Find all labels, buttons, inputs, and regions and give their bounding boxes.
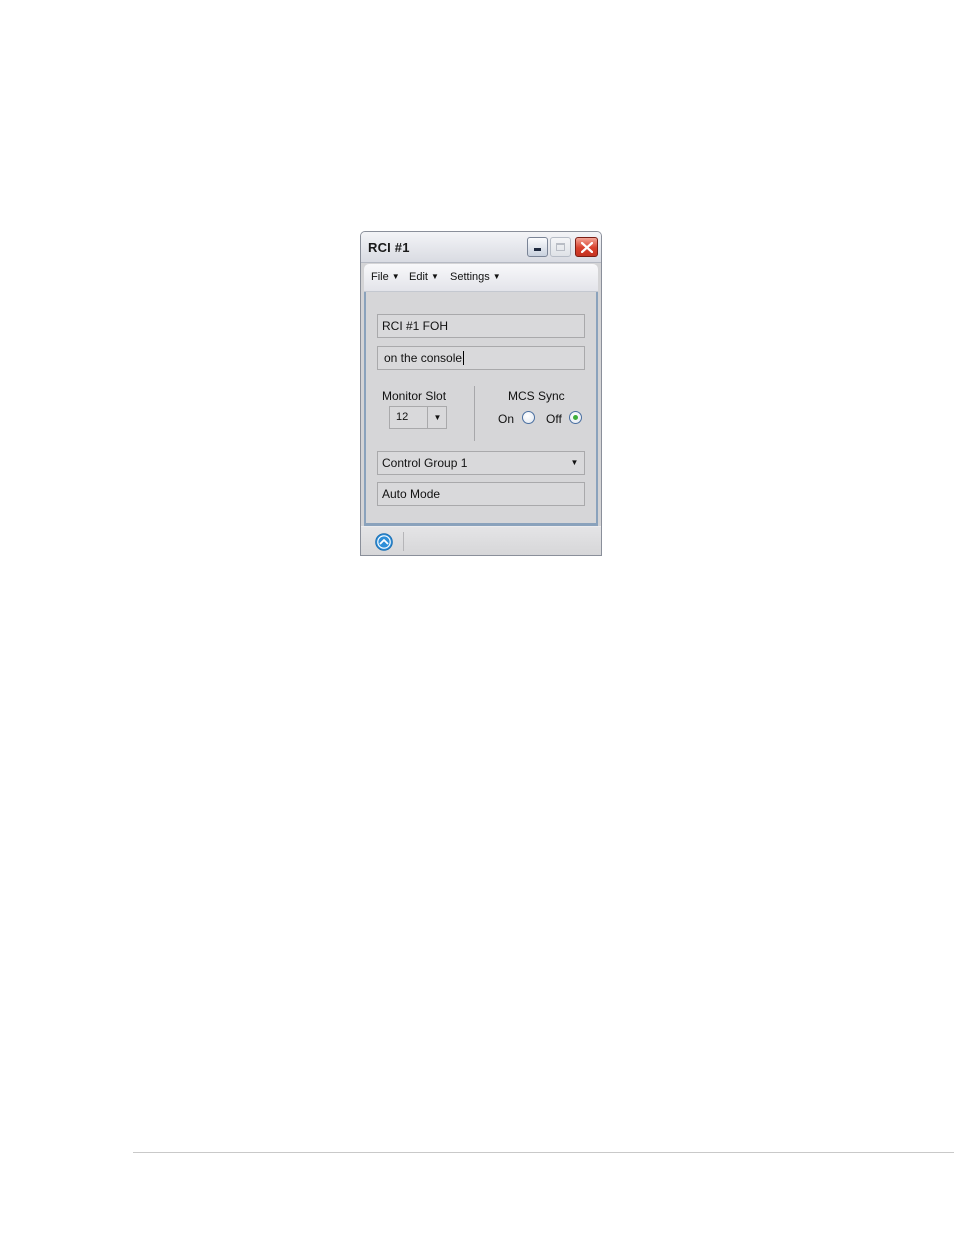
title-bar[interactable]: RCI #1 bbox=[361, 232, 601, 263]
location-field-value: on the console bbox=[384, 351, 463, 365]
control-group-select[interactable]: Control Group 1 ▼ bbox=[377, 451, 585, 475]
chevron-down-icon: ▼ bbox=[391, 272, 400, 281]
maximize-icon bbox=[556, 243, 565, 251]
chevron-up-circle-icon[interactable] bbox=[375, 533, 393, 551]
maximize-button[interactable] bbox=[550, 237, 571, 257]
text-cursor bbox=[463, 351, 465, 365]
rci-window: RCI #1 File ▼ Edit ▼ Settings ▼ RCI #1 FOH … bbox=[360, 231, 602, 556]
minimize-icon bbox=[534, 248, 541, 251]
mcs-sync-on-radio[interactable] bbox=[522, 411, 535, 424]
mcs-sync-off-label: Off bbox=[546, 412, 562, 426]
status-bar bbox=[361, 526, 601, 555]
page-rule bbox=[133, 1152, 954, 1153]
window-title: RCI #1 bbox=[368, 240, 410, 255]
menu-settings-label: Settings bbox=[450, 271, 490, 283]
monitor-slot-value: 12 bbox=[396, 411, 409, 423]
mcs-sync-off-radio[interactable] bbox=[569, 411, 582, 424]
minimize-button[interactable] bbox=[527, 237, 548, 257]
mode-field: Auto Mode bbox=[377, 482, 585, 506]
chevron-down-icon[interactable]: ▼ bbox=[565, 452, 584, 474]
menu-edit-label: Edit bbox=[409, 271, 428, 283]
mcs-sync-label: MCS Sync bbox=[508, 389, 565, 403]
menu-file[interactable]: File ▼ bbox=[371, 271, 400, 283]
name-field-value: RCI #1 FOH bbox=[382, 319, 449, 333]
close-button[interactable] bbox=[575, 237, 598, 257]
menu-file-label: File bbox=[371, 271, 389, 283]
close-icon bbox=[581, 242, 593, 253]
location-field[interactable]: on the console bbox=[377, 346, 585, 370]
monitor-slot-label: Monitor Slot bbox=[382, 389, 447, 403]
name-field[interactable]: RCI #1 FOH bbox=[377, 314, 585, 338]
chevron-down-icon: ▼ bbox=[430, 272, 439, 281]
menu-bar: File ▼ Edit ▼ Settings ▼ bbox=[364, 264, 598, 292]
radio-selected-dot bbox=[573, 415, 578, 420]
main-panel: RCI #1 FOH on the console Monitor Slot 1… bbox=[364, 292, 598, 526]
control-group-value: Control Group 1 bbox=[382, 456, 468, 470]
mcs-sync-on-label: On bbox=[498, 412, 515, 426]
status-divider bbox=[403, 532, 404, 551]
section-divider bbox=[474, 386, 475, 441]
menu-settings[interactable]: Settings ▼ bbox=[450, 271, 501, 283]
chevron-down-icon[interactable]: ▼ bbox=[427, 407, 447, 428]
monitor-slot-select[interactable]: 12 ▼ bbox=[389, 406, 447, 429]
menu-edit[interactable]: Edit ▼ bbox=[409, 271, 439, 283]
chevron-down-icon: ▼ bbox=[492, 272, 501, 281]
mode-value: Auto Mode bbox=[382, 487, 441, 501]
